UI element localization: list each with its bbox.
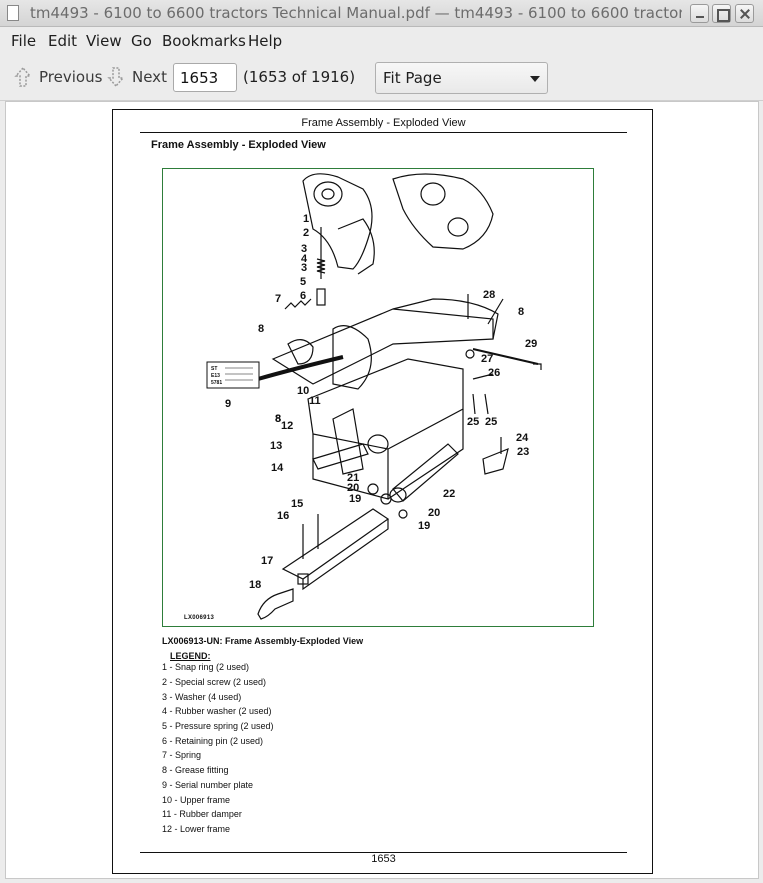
previous-button[interactable]: Previous (39, 68, 102, 86)
svg-text:3: 3 (301, 262, 307, 274)
arrow-up-icon[interactable] (13, 66, 33, 88)
zoom-value: Fit Page (383, 69, 442, 87)
svg-text:2: 2 (303, 227, 309, 239)
svg-text:18: 18 (249, 579, 261, 591)
svg-text:7: 7 (275, 293, 281, 305)
legend-item: 7 - Spring (162, 750, 202, 760)
menu-go[interactable]: Go (131, 32, 152, 50)
toolbar: Previous Next (1653 of 1916) Fit Page (0, 54, 763, 101)
header-rule (140, 132, 627, 133)
svg-text:11: 11 (309, 395, 321, 407)
zoom-select[interactable]: Fit Page (375, 62, 548, 94)
svg-text:29: 29 (525, 338, 537, 350)
page-count: (1653 of 1916) (243, 68, 356, 86)
svg-text:5781: 5781 (211, 380, 222, 386)
pdf-page: Frame Assembly - Exploded View Frame Ass… (112, 109, 653, 874)
svg-text:8: 8 (518, 306, 524, 318)
legend-item: 11 - Rubber damper (162, 809, 242, 819)
legend-item: 4 - Rubber washer (2 used) (162, 706, 272, 716)
svg-text:6: 6 (300, 290, 306, 302)
menu-bar: File Edit View Go Bookmarks Help (0, 27, 763, 54)
serial-number-plate: ST E13 5781 (206, 361, 260, 389)
svg-text:20: 20 (428, 507, 440, 519)
legend-heading: LEGEND: (170, 651, 211, 661)
svg-text:14: 14 (271, 462, 284, 474)
legend-item: 5 - Pressure spring (2 used) (162, 721, 274, 731)
svg-text:E13: E13 (211, 373, 220, 379)
legend-item: 9 - Serial number plate (162, 780, 254, 790)
svg-text:28: 28 (483, 289, 495, 301)
svg-text:1: 1 (303, 213, 309, 225)
svg-text:23: 23 (517, 446, 529, 458)
minimize-button[interactable] (690, 4, 709, 23)
figure-caption: LX006913-UN: Frame Assembly-Exploded Vie… (162, 636, 364, 646)
legend-item: 2 - Special screw (2 used) (162, 677, 267, 687)
svg-text:25: 25 (467, 416, 479, 428)
svg-text:13: 13 (270, 440, 282, 452)
svg-text:8: 8 (258, 323, 264, 335)
svg-text:5: 5 (300, 276, 306, 288)
window-title: tm4493 - 6100 to 6600 tractors Technical… (30, 4, 682, 22)
maximize-button[interactable] (712, 4, 731, 23)
page-number-input[interactable] (173, 63, 237, 92)
legend-item: 3 - Washer (4 used) (162, 692, 242, 702)
close-button[interactable] (735, 4, 754, 23)
menu-file[interactable]: File (11, 32, 36, 50)
svg-text:9: 9 (225, 398, 231, 410)
menu-edit[interactable]: Edit (48, 32, 77, 50)
legend-item: 1 - Snap ring (2 used) (162, 662, 250, 672)
arrow-down-icon[interactable] (106, 66, 126, 88)
document-viewport[interactable]: Frame Assembly - Exploded View Frame Ass… (5, 101, 759, 879)
svg-text:ST: ST (211, 366, 217, 372)
svg-text:27: 27 (481, 353, 493, 365)
title-bar: tm4493 - 6100 to 6600 tractors Technical… (0, 0, 763, 27)
section-title: Frame Assembly - Exploded View (151, 139, 326, 151)
legend-item: 12 - Lower frame (162, 824, 231, 834)
menu-help[interactable]: Help (248, 32, 282, 50)
legend-item: 6 - Retaining pin (2 used) (162, 736, 264, 746)
document-icon (7, 5, 19, 21)
exploded-view-drawing: ST E13 5781 1 2 3 4 3 5 6 7 8 8 9 10 11 … (206, 173, 542, 620)
svg-text:21: 21 (347, 472, 359, 484)
figure-id: LX006913 (184, 615, 215, 621)
chevron-down-icon (530, 76, 540, 82)
menu-bookmarks[interactable]: Bookmarks (162, 32, 246, 50)
svg-text:19: 19 (418, 520, 430, 532)
svg-text:22: 22 (443, 488, 455, 500)
legend-item: 10 - Upper frame (162, 795, 231, 805)
svg-text:16: 16 (277, 510, 289, 522)
running-head: Frame Assembly - Exploded View (301, 117, 466, 129)
svg-text:25: 25 (485, 416, 497, 428)
menu-view[interactable]: View (86, 32, 122, 50)
svg-text:26: 26 (488, 367, 500, 379)
exploded-view-figure: ST E13 5781 1 2 3 4 3 5 6 7 8 8 9 10 11 … (162, 168, 594, 627)
svg-text:19: 19 (349, 493, 361, 505)
svg-text:24: 24 (516, 432, 529, 444)
legend-item: 8 - Grease fitting (162, 765, 229, 775)
next-button[interactable]: Next (132, 68, 167, 86)
svg-text:12: 12 (281, 420, 293, 432)
svg-text:15: 15 (291, 498, 303, 510)
page-number: 1653 (371, 853, 396, 865)
svg-text:10: 10 (297, 385, 309, 397)
svg-text:17: 17 (261, 555, 273, 567)
